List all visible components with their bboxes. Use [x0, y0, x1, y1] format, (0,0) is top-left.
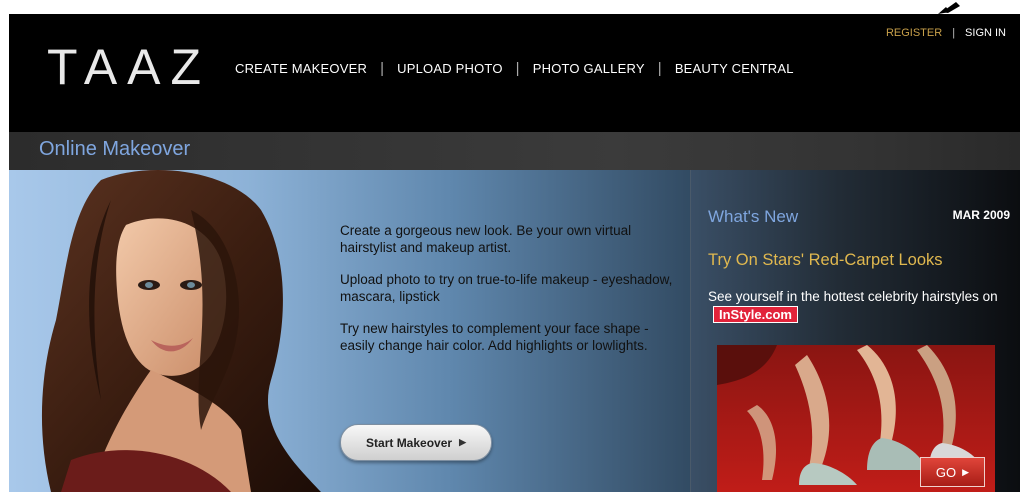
nav-photo-gallery[interactable]: PHOTO GALLERY [533, 61, 645, 76]
hero-paragraph: Upload photo to try on true-to-life make… [340, 272, 673, 304]
main-nav: CREATE MAKEOVER | UPLOAD PHOTO | PHOTO G… [235, 60, 794, 77]
corner-arrow-icon [938, 2, 960, 14]
hero-copy: Create a gorgeous new look. Be your own … [340, 222, 685, 369]
news-headline[interactable]: Try On Stars' Red-Carpet Looks [708, 251, 943, 270]
frame-right-border [1020, 14, 1028, 492]
nav-separator: | [515, 60, 520, 77]
nav-beauty-central[interactable]: BEAUTY CENTRAL [675, 61, 794, 76]
start-makeover-label: Start Makeover [366, 435, 453, 450]
taaz-logo[interactable]: TAAZ [47, 38, 211, 96]
section-title-bar: Online Makeover [9, 132, 1020, 170]
news-blurb: See yourself in the hottest celebrity ha… [708, 288, 1008, 324]
account-nav: REGISTER | SIGN IN [886, 27, 1006, 39]
sign-in-link[interactable]: SIGN IN [965, 27, 1006, 39]
nav-separator: | [657, 60, 662, 77]
frame-left-border [0, 14, 9, 492]
hero-paragraph: Create a gorgeous new look. Be your own … [340, 223, 632, 255]
whats-new-panel: What's New MAR 2009 Try On Stars' Red-Ca… [691, 170, 1020, 492]
site-header: TAAZ CREATE MAKEOVER | UPLOAD PHOTO | PH… [9, 14, 1020, 132]
page-title: Online Makeover [39, 138, 191, 160]
go-button[interactable]: GO ▶ [920, 457, 985, 487]
play-arrow-icon: ▶ [459, 437, 466, 447]
start-makeover-button[interactable]: Start Makeover ▶ [340, 424, 492, 461]
play-arrow-icon: ▶ [962, 466, 970, 477]
whats-new-heading: What's New [708, 207, 799, 226]
hero-panel: Create a gorgeous new look. Be your own … [9, 170, 690, 492]
account-separator: | [952, 27, 956, 39]
nav-separator: | [380, 60, 385, 77]
model-portrait-image [41, 170, 322, 492]
news-blurb-text: See yourself in the hottest celebrity ha… [708, 289, 998, 304]
hero-paragraph: Try new hairstyles to complement your fa… [340, 321, 649, 353]
register-link[interactable]: REGISTER [886, 27, 942, 39]
nav-upload-photo[interactable]: UPLOAD PHOTO [397, 61, 502, 76]
news-date: MAR 2009 [952, 208, 1010, 222]
go-label: GO [935, 464, 957, 480]
instyle-logo[interactable]: InStyle.com [713, 306, 798, 323]
nav-create-makeover[interactable]: CREATE MAKEOVER [235, 61, 367, 76]
page-frame: TAAZ CREATE MAKEOVER | UPLOAD PHOTO | PH… [0, 14, 1028, 492]
